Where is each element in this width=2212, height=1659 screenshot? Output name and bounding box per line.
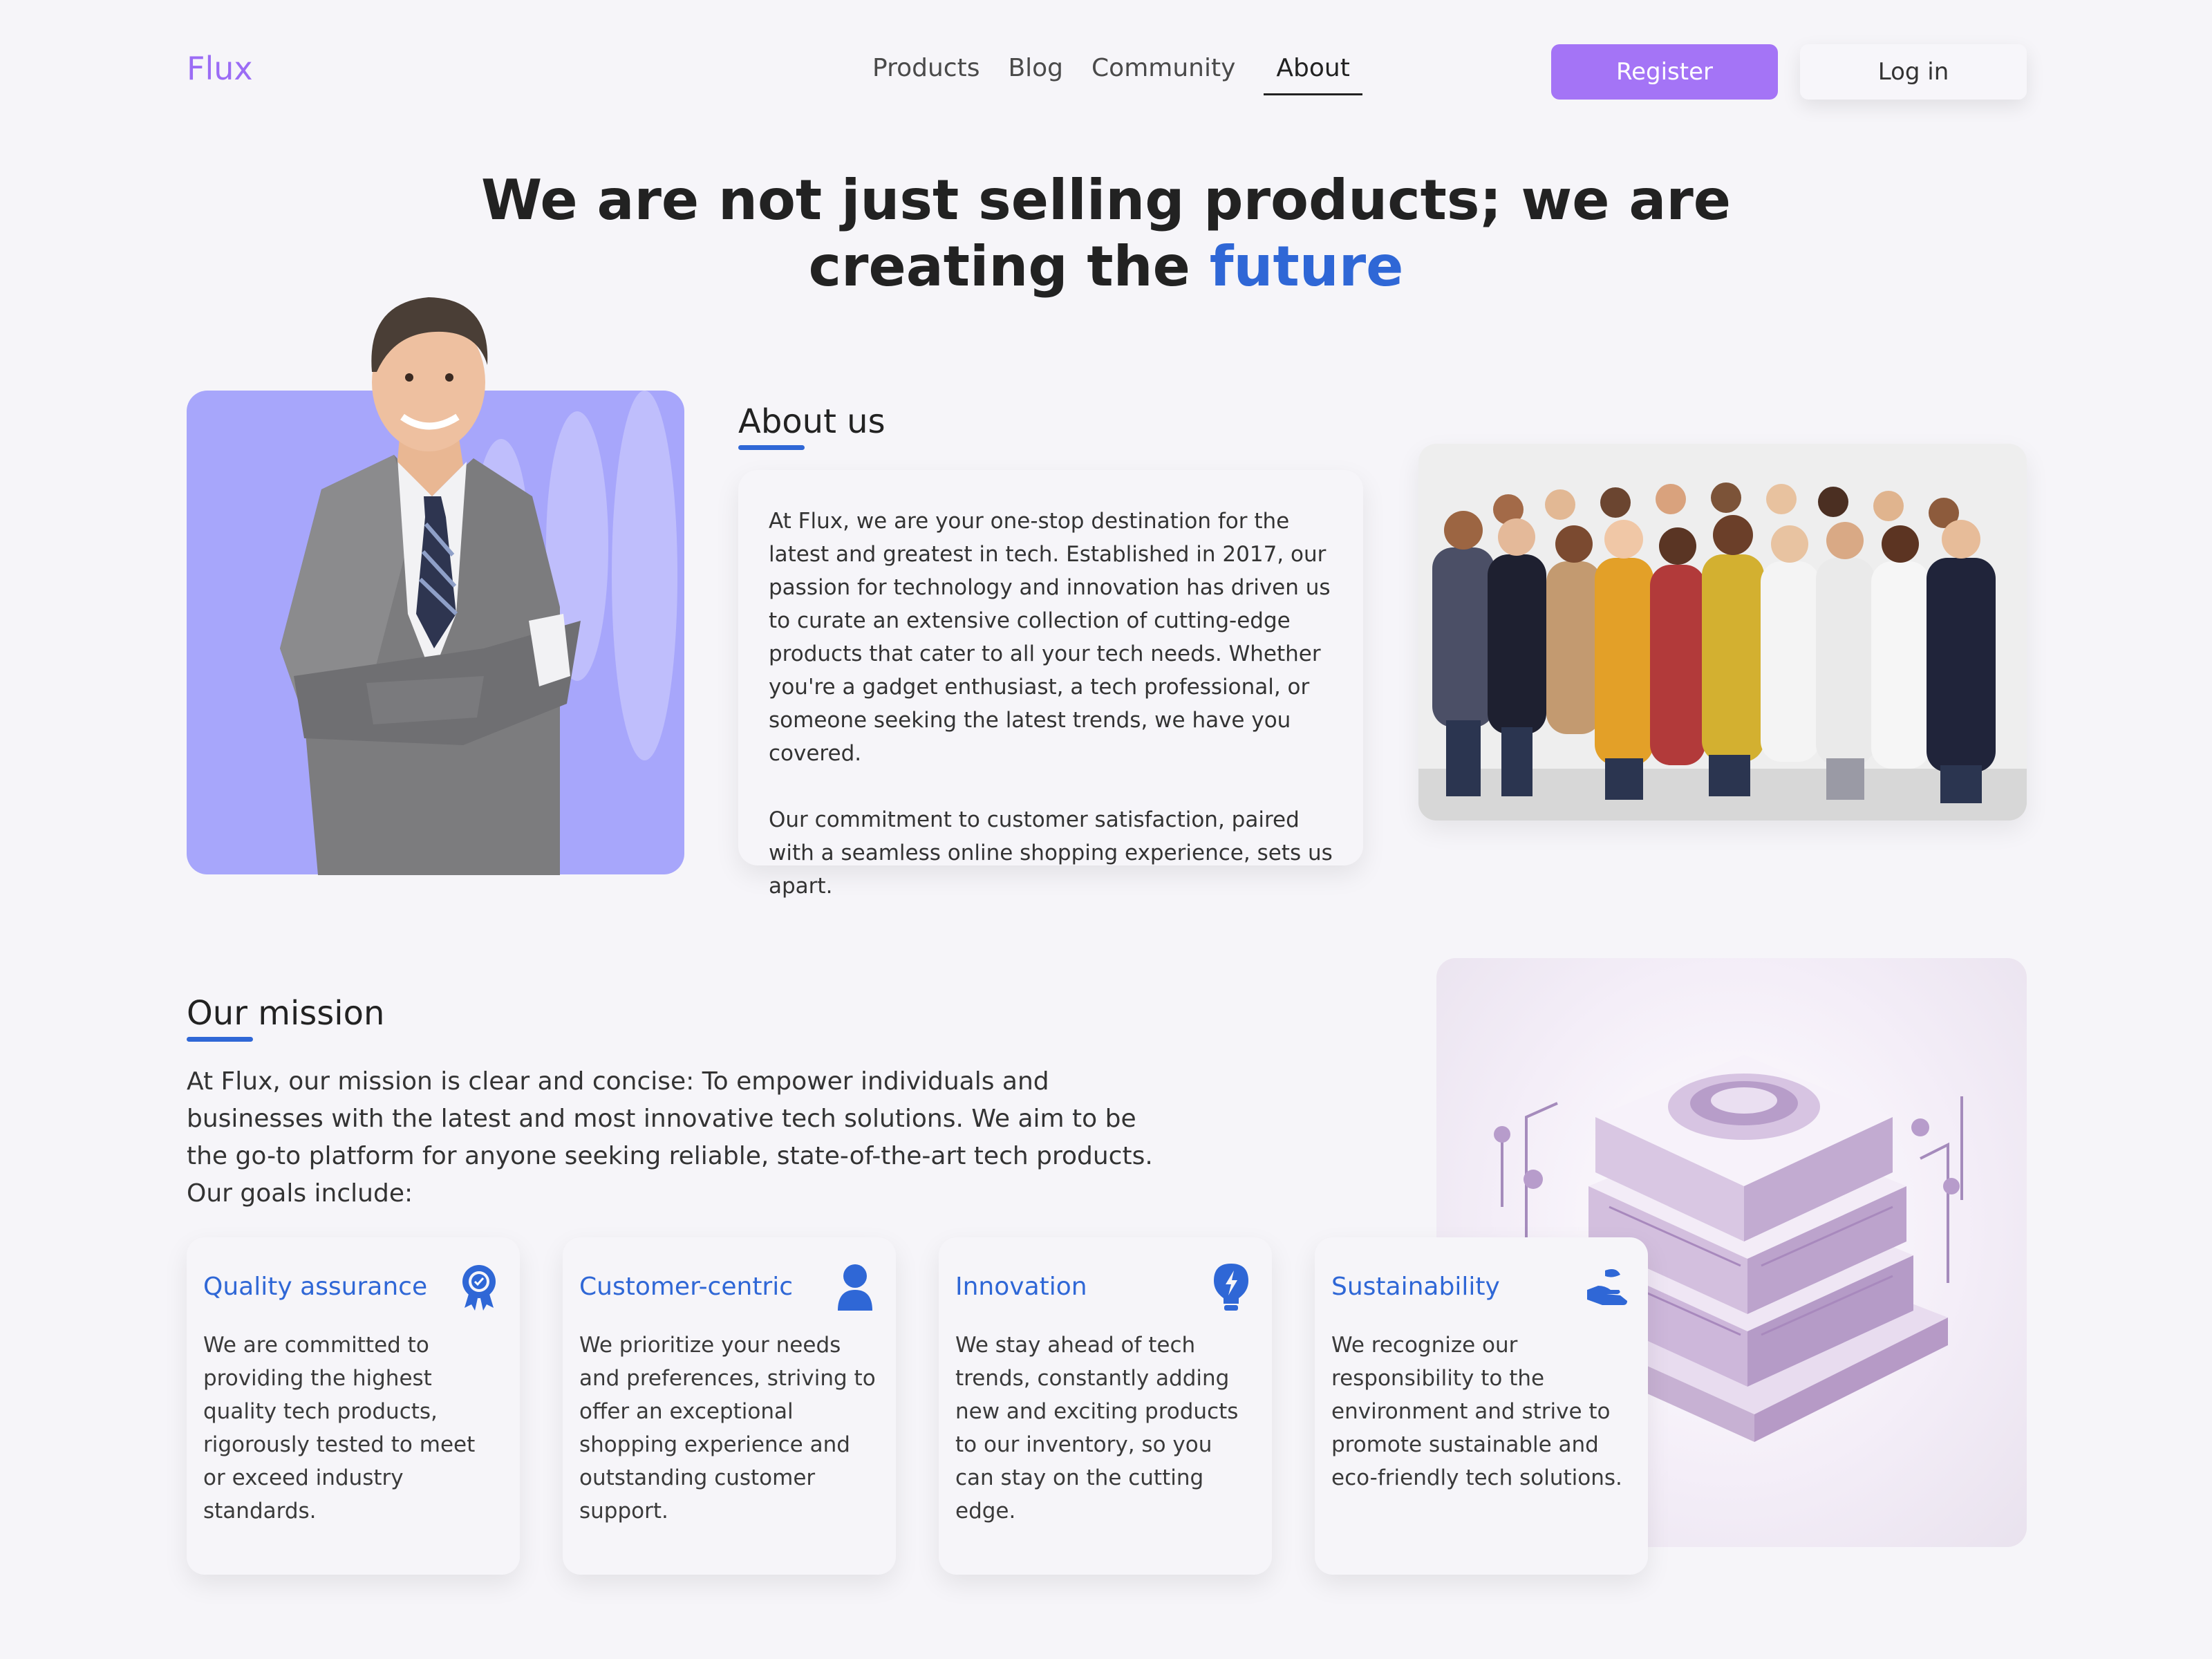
about-heading: About us (738, 402, 885, 441)
login-button[interactable]: Log in (1800, 44, 2027, 100)
goal-text: We prioritize your needs and preferences… (579, 1333, 876, 1524)
lightbulb-bolt-icon (1214, 1264, 1248, 1311)
hero-title-accent: future (1209, 234, 1404, 299)
hand-leaf-icon (1587, 1269, 1627, 1305)
main-nav: Products Blog Community About (872, 54, 1362, 95)
hero-title: We are not just selling products; we are… (0, 167, 2212, 300)
goal-card-sustainability: Sustainability We recognize our responsi… (1315, 1237, 1648, 1575)
nav-link-about[interactable]: About (1264, 54, 1362, 95)
award-badge-icon (462, 1265, 496, 1311)
goal-text: We stay ahead of tech trends, constantly… (955, 1333, 1239, 1524)
nav-link-products[interactable]: Products (872, 54, 980, 95)
hero-title-line2: creating the (808, 234, 1210, 299)
about-card: At Flux, we are your one-stop destinatio… (738, 470, 1363, 899)
team-photo (1418, 444, 2027, 821)
nav-link-community[interactable]: Community (1091, 54, 1235, 95)
about-paragraph-1: At Flux, we are your one-stop destinatio… (769, 509, 1331, 766)
about-paragraph-2: Our commitment to customer satisfaction,… (769, 807, 1333, 899)
goal-text: We recognize our responsibility to the e… (1331, 1333, 1622, 1490)
goal-text: We are committed to providing the highes… (203, 1333, 476, 1524)
register-button[interactable]: Register (1551, 44, 1778, 100)
hero-title-line1: We are not just selling products; we are (480, 168, 1732, 232)
user-icon (838, 1264, 872, 1311)
about-heading-underline (738, 445, 805, 450)
businessman-photo (280, 297, 581, 875)
mission-heading-underline (187, 1037, 253, 1042)
goal-card-customer: Customer-centric We prioritize your need… (563, 1237, 896, 1575)
brand-logo[interactable]: Flux (187, 50, 253, 87)
mission-heading: Our mission (187, 994, 385, 1033)
decor-oval (612, 391, 677, 760)
goal-card-quality: Quality assurance We are committed to pr… (187, 1237, 520, 1575)
goal-card-innovation: Innovation We stay ahead of tech trends,… (939, 1237, 1272, 1575)
nav-link-blog[interactable]: Blog (1008, 54, 1063, 95)
mission-text: At Flux, our mission is clear and concis… (187, 1067, 1153, 1208)
